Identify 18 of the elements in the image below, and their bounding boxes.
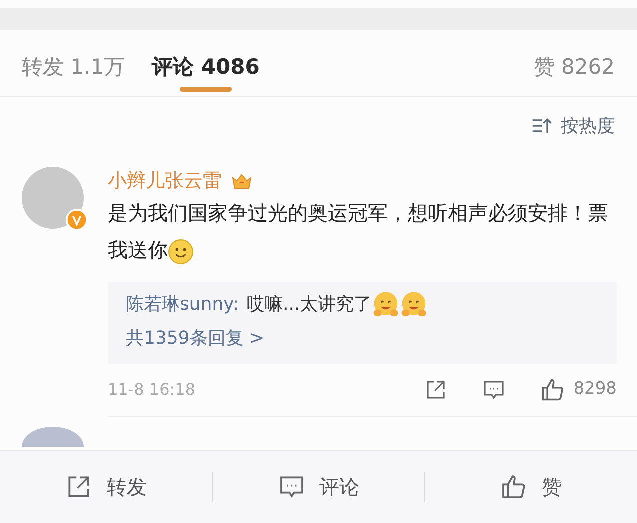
like-button[interactable]: 赞 [425,471,637,503]
username[interactable]: 小辫儿张云雷 [108,167,222,195]
tab[interactable]: 评论 4086 [152,40,260,96]
tab[interactable]: 赞 8262 [534,40,615,96]
thumbs-up-icon [540,377,566,403]
share-button[interactable]: 转发 [0,471,212,503]
comment-button[interactable]: 评论 [212,471,424,503]
timestamp: 11-8 16:18 [108,379,196,401]
hug-icon [400,291,428,319]
sort-button[interactable]: 按热度 [531,112,615,140]
reply-text: 哎嘛...太讲究了 [247,293,372,317]
reply-author[interactable]: 陈若琳sunny: [126,288,240,322]
smiley-icon [168,238,194,265]
more-replies-link[interactable]: 共1359条回复 > [126,322,599,356]
hug-icon [372,291,400,319]
like-button[interactable]: 8298 [540,377,617,403]
tab[interactable]: 转发 1.1万 [22,40,126,96]
comment-text: 是为我们国家争过光的奥运冠军，想听相声必须安排！票我送你 [108,195,617,269]
